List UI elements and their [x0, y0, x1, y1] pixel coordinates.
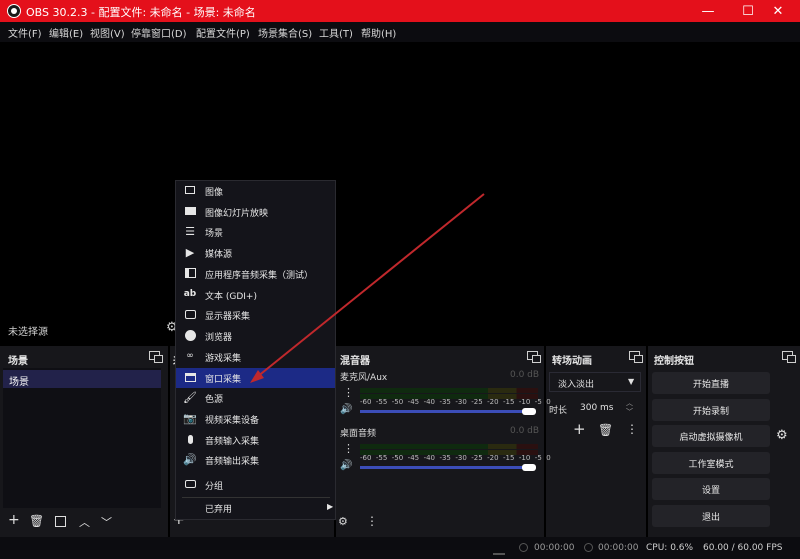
annotation-arrow-line — [256, 193, 485, 378]
annotation-arrow — [250, 193, 485, 383]
